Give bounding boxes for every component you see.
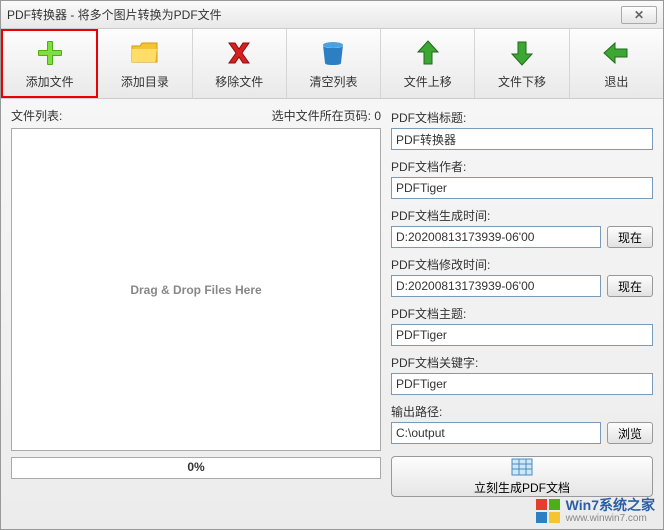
drop-hint: Drag & Drop Files Here — [130, 283, 261, 297]
browse-button[interactable]: 浏览 — [607, 422, 653, 444]
create-now-button[interactable]: 现在 — [607, 226, 653, 248]
titlebar: PDF转换器 - 将多个图片转换为PDF文件 ✕ — [1, 1, 663, 29]
modify-now-button[interactable]: 现在 — [607, 275, 653, 297]
arrow-up-icon — [412, 37, 444, 69]
generate-pdf-button[interactable]: 立刻生成PDF文档 — [391, 456, 653, 497]
document-icon — [510, 457, 534, 477]
window-close-button[interactable]: ✕ — [621, 6, 657, 24]
author-input[interactable] — [391, 177, 653, 199]
clear-label: 清空列表 — [309, 73, 357, 90]
add-dir-button[interactable]: 添加目录 — [98, 29, 192, 98]
main-content: 文件列表: 选中文件所在页码: 0 Drag & Drop Files Here… — [1, 99, 663, 529]
title-label: PDF文档标题: — [391, 109, 653, 126]
subject-label: PDF文档主题: — [391, 305, 653, 322]
move-down-button[interactable]: 文件下移 — [475, 29, 569, 98]
title-input[interactable] — [391, 128, 653, 150]
progress-bar: 0% — [11, 457, 381, 479]
left-column: 文件列表: 选中文件所在页码: 0 Drag & Drop Files Here… — [11, 107, 381, 479]
plus-icon — [34, 37, 66, 69]
move-up-button[interactable]: 文件上移 — [381, 29, 475, 98]
exit-label: 退出 — [604, 73, 628, 90]
app-window: PDF转换器 - 将多个图片转换为PDF文件 ✕ 添加文件 添加目录 移除文件 — [0, 0, 664, 530]
close-icon: ✕ — [634, 8, 644, 22]
arrow-down-icon — [506, 37, 538, 69]
modify-time-label: PDF文档修改时间: — [391, 256, 653, 273]
add-file-label: 添加文件 — [26, 73, 74, 90]
folder-icon — [129, 37, 161, 69]
move-up-label: 文件上移 — [404, 73, 452, 90]
move-down-label: 文件下移 — [498, 73, 546, 90]
clear-button[interactable]: 清空列表 — [287, 29, 381, 98]
progress-label: 0% — [12, 460, 380, 474]
output-label: 输出路径: — [391, 403, 653, 420]
modify-time-input[interactable] — [391, 275, 601, 297]
toolbar: 添加文件 添加目录 移除文件 清空列表 文件上移 — [1, 29, 663, 99]
remove-button[interactable]: 移除文件 — [193, 29, 287, 98]
add-dir-label: 添加目录 — [121, 73, 169, 90]
exit-icon — [600, 37, 632, 69]
subject-input[interactable] — [391, 324, 653, 346]
keywords-label: PDF文档关键字: — [391, 354, 653, 371]
create-time-label: PDF文档生成时间: — [391, 207, 653, 224]
file-list-dropzone[interactable]: Drag & Drop Files Here — [11, 128, 381, 451]
right-column: PDF文档标题: PDF文档作者: PDF文档生成时间: 现在 PDF文档修改时… — [391, 107, 653, 479]
selected-page-label: 选中文件所在页码: 0 — [272, 107, 381, 124]
remove-label: 移除文件 — [215, 73, 263, 90]
left-header: 文件列表: 选中文件所在页码: 0 — [11, 107, 381, 124]
trash-icon — [317, 37, 349, 69]
create-time-input[interactable] — [391, 226, 601, 248]
exit-button[interactable]: 退出 — [570, 29, 663, 98]
author-label: PDF文档作者: — [391, 158, 653, 175]
keywords-input[interactable] — [391, 373, 653, 395]
remove-icon — [223, 37, 255, 69]
file-list-label: 文件列表: — [11, 107, 62, 124]
window-title: PDF转换器 - 将多个图片转换为PDF文件 — [7, 6, 621, 23]
generate-label: 立刻生成PDF文档 — [474, 479, 570, 496]
add-file-button[interactable]: 添加文件 — [1, 29, 98, 98]
output-input[interactable] — [391, 422, 601, 444]
